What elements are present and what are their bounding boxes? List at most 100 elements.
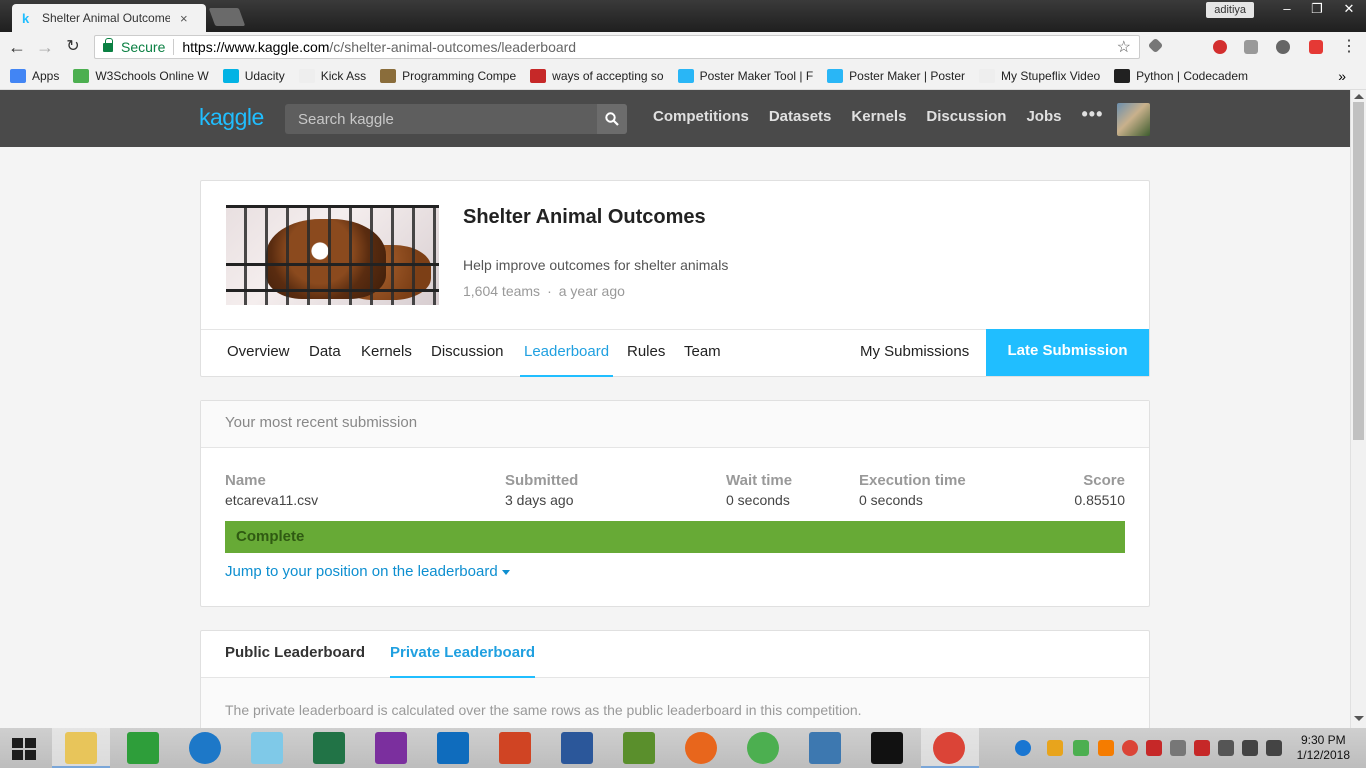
tab-overview[interactable]: Overview [227, 330, 290, 377]
status-badge: Complete [225, 521, 1125, 553]
avatar[interactable] [1117, 103, 1150, 136]
tab-leaderboard[interactable]: Leaderboard [520, 330, 614, 377]
scroll-down-icon[interactable] [1354, 716, 1364, 721]
page-scrollbar[interactable] [1350, 90, 1366, 728]
tray-icon[interactable] [1047, 740, 1063, 756]
chrome-tray-icon[interactable] [1122, 740, 1138, 756]
outlook-icon[interactable] [437, 732, 469, 764]
search-button[interactable] [597, 104, 627, 134]
tab-rules[interactable]: Rules [627, 330, 665, 377]
word-icon[interactable] [561, 732, 593, 764]
forward-icon[interactable]: → [34, 36, 56, 58]
utorrent-icon[interactable] [747, 732, 779, 764]
tab-data[interactable]: Data [309, 330, 341, 377]
tab-private-leaderboard[interactable]: Private Leaderboard [390, 631, 536, 678]
my-submissions-link[interactable]: My Submissions [860, 330, 969, 377]
bookmark-item[interactable]: My Stupeflix Video [979, 68, 1100, 83]
firefox-icon[interactable] [685, 732, 717, 764]
nav-kernels[interactable]: Kernels [851, 108, 906, 125]
bookmark-item[interactable]: Kick Ass [298, 68, 366, 83]
close-window-icon[interactable]: ✕ [1334, 0, 1364, 18]
extension-icon[interactable] [1244, 40, 1258, 54]
tray-icon[interactable] [1170, 740, 1186, 756]
nav-datasets[interactable]: Datasets [769, 108, 832, 125]
tab-team[interactable]: Team [684, 330, 721, 377]
recent-submission-header: Your most recent submission [201, 401, 1149, 448]
system-clock[interactable]: 9:30 PM 1/12/2018 [1297, 733, 1350, 763]
tab-title: Shelter Animal Outcome [42, 11, 170, 25]
leaderboard-card: Public Leaderboard Private Leaderboard T… [200, 630, 1150, 728]
photos-icon[interactable] [251, 732, 283, 764]
volume-icon[interactable] [1266, 740, 1282, 756]
store-icon[interactable] [127, 732, 159, 764]
url-bar[interactable]: Secure https://www.kaggle.com/c/shelter-… [94, 35, 1140, 59]
bookmark-favicon-icon [1114, 68, 1131, 83]
tab-close-icon[interactable]: × [180, 11, 188, 26]
bookmark-item[interactable]: Udacity [222, 68, 285, 83]
help-tray-icon[interactable] [1015, 740, 1031, 756]
late-submission-button[interactable]: Late Submission [986, 329, 1149, 376]
kaggle-logo[interactable]: kaggle [199, 104, 264, 131]
submission-name: Name etcareva11.csv [225, 472, 319, 508]
utorrent-tray-icon[interactable] [1073, 740, 1089, 756]
chrome-icon[interactable] [933, 732, 965, 764]
reload-icon[interactable]: ↻ [62, 36, 84, 58]
browser-tab[interactable]: k Shelter Animal Outcome × [12, 4, 206, 32]
leaderboard-tabs: Public Leaderboard Private Leaderboard [201, 631, 1149, 678]
extension-icon[interactable] [1147, 37, 1164, 54]
search-input[interactable] [285, 104, 595, 134]
bookmark-item[interactable]: Programming Compe [380, 68, 516, 83]
bookmark-item[interactable]: Apps [10, 68, 59, 83]
bookmark-item[interactable]: Poster Maker Tool | F [677, 68, 813, 83]
tab-kernels[interactable]: Kernels [361, 330, 412, 377]
extension-icon[interactable] [1276, 40, 1290, 54]
bookmark-item[interactable]: Python | Codecadem [1114, 68, 1248, 83]
file-explorer-icon[interactable] [65, 732, 97, 764]
bookmark-favicon-icon [73, 68, 90, 83]
network-icon[interactable] [1242, 740, 1258, 756]
new-tab-button[interactable] [208, 8, 246, 26]
onenote-icon[interactable] [375, 732, 407, 764]
competition-thumbnail [226, 205, 439, 305]
windows-start-icon[interactable] [12, 738, 36, 760]
bookmarks-more-icon[interactable]: » [1338, 68, 1346, 84]
leaderboard-note: The private leaderboard is calculated ov… [225, 702, 862, 718]
chrome-menu-icon[interactable]: ⋮ [1338, 36, 1360, 58]
bookmark-item[interactable]: Poster Maker | Poster [827, 68, 965, 83]
bookmark-star-icon[interactable]: ☆ [1117, 37, 1131, 57]
address-toolbar: ← → ↻ Secure https://www.kaggle.com/c/sh… [0, 32, 1366, 62]
tab-discussion[interactable]: Discussion [431, 330, 504, 377]
scroll-up-icon[interactable] [1354, 94, 1364, 99]
bookmark-item[interactable]: ways of accepting so [530, 68, 664, 83]
excel-icon[interactable] [313, 732, 345, 764]
minimize-icon[interactable]: – [1272, 0, 1302, 18]
tab-public-leaderboard[interactable]: Public Leaderboard [225, 631, 365, 678]
adblock-icon[interactable] [1213, 40, 1227, 54]
nav-more-icon[interactable]: ••• [1081, 104, 1103, 125]
tray-icon[interactable] [1218, 740, 1234, 756]
nav-jobs[interactable]: Jobs [1026, 108, 1061, 125]
profile-chip[interactable]: aditiya [1206, 2, 1254, 18]
tray-icon[interactable] [1146, 740, 1162, 756]
competition-header-card: Shelter Animal Outcomes Help improve out… [200, 180, 1150, 377]
powerpoint-icon[interactable] [499, 732, 531, 764]
nav-competitions[interactable]: Competitions [653, 108, 749, 125]
bookmark-item[interactable]: W3Schools Online W [73, 68, 209, 83]
python-icon[interactable] [809, 732, 841, 764]
scrollbar-thumb[interactable] [1353, 102, 1364, 440]
internet-explorer-icon[interactable] [189, 732, 221, 764]
command-prompt-icon[interactable] [871, 732, 903, 764]
restore-icon[interactable]: ❐ [1302, 0, 1332, 18]
bookmark-favicon-icon [530, 68, 547, 83]
competition-meta: 1,604 teams · a year ago [463, 283, 625, 299]
back-icon[interactable]: ← [6, 36, 28, 58]
nav-discussion[interactable]: Discussion [926, 108, 1006, 125]
jump-to-position-link[interactable]: Jump to your position on the leaderboard [225, 563, 510, 580]
competition-tabs: Overview Data Kernels Discussion Leaderb… [201, 329, 1149, 377]
bookmark-favicon-icon [827, 68, 844, 83]
extension-icon[interactable] [1309, 40, 1323, 54]
kaggle-favicon-icon: k [22, 11, 30, 26]
tray-icon[interactable] [1194, 740, 1210, 756]
tray-icon[interactable] [1098, 740, 1114, 756]
chart-app-icon[interactable] [623, 732, 655, 764]
